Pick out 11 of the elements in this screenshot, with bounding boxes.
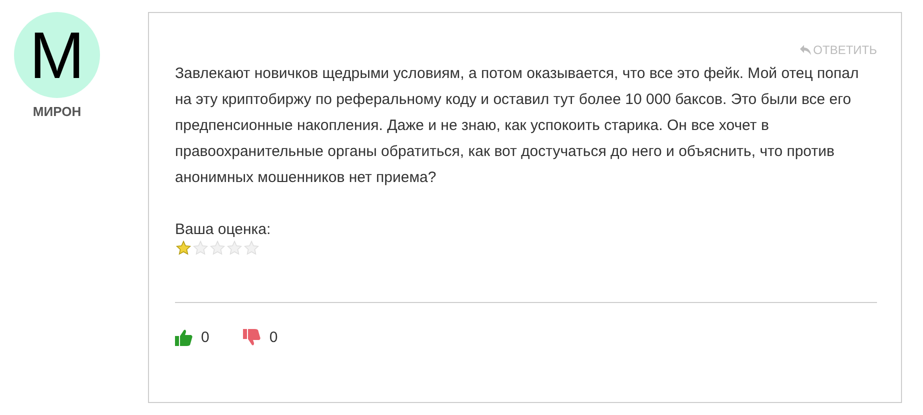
author-name: МИРОН bbox=[32, 104, 82, 119]
comment-text: Завлекают новичков щедрыми условиям, а потом оказывается, что все это фейк. Мой отец попал на эту криптобиржу по реферальному коду и оставил тут более 10 000 баксов. Это были все его предпенсионные накопления. Даже и не знаю, как успокоить старика. Он все хочет в правоохранительные органы обратиться, как вот достучаться до него и объяснить, что против анонимных мошенников нет приема? bbox=[175, 64, 860, 188]
star-icon[interactable] bbox=[175, 240, 192, 256]
thumbs-down-icon[interactable] bbox=[243, 329, 262, 346]
thumbs-up-icon[interactable] bbox=[175, 329, 193, 346]
vote-count: 0 bbox=[201, 329, 210, 346]
rating-label: Ваша оценка: bbox=[175, 221, 272, 238]
avatar: М bbox=[14, 12, 100, 98]
reply-link[interactable]: ОТВЕТИТЬ bbox=[800, 43, 877, 57]
vote-count: 0 bbox=[269, 329, 278, 346]
reply-icon[interactable] bbox=[800, 45, 812, 55]
